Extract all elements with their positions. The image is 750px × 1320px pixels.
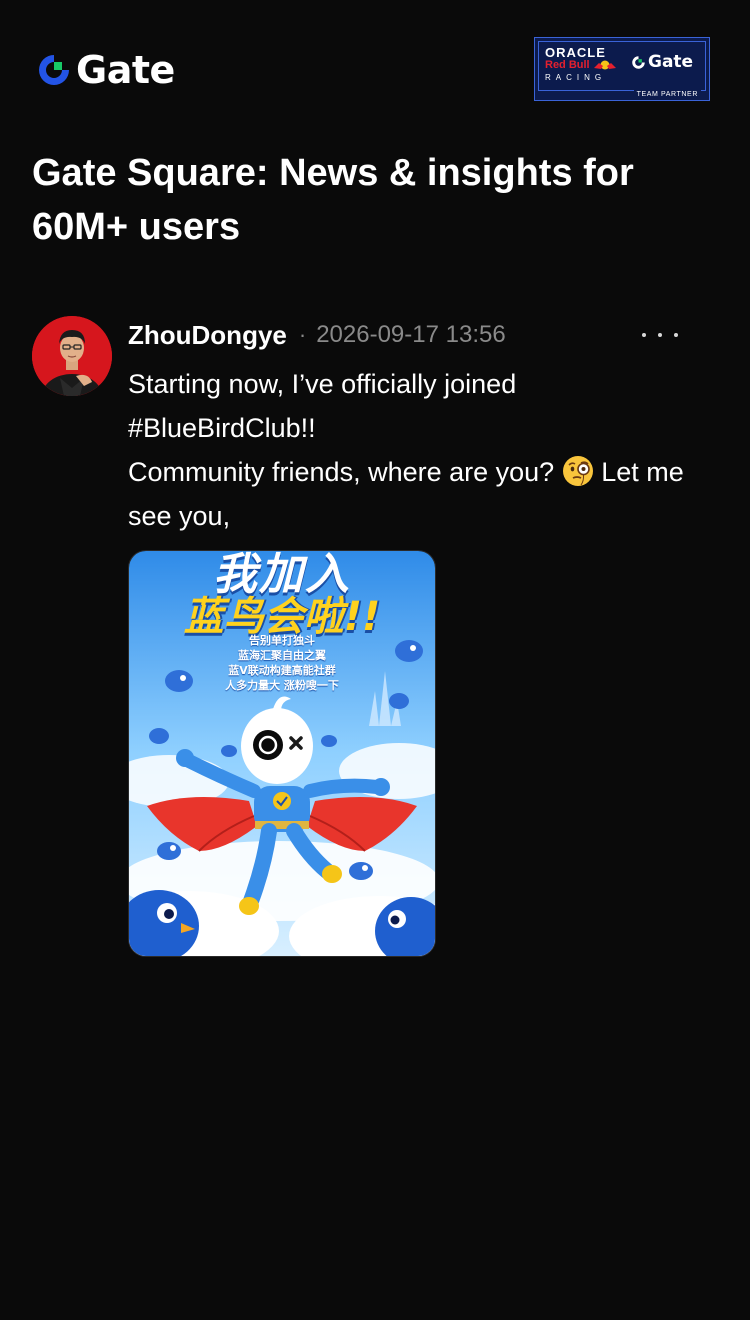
post-body: ZhouDongye · 2026-09-17 13:56 Starting n…	[128, 316, 718, 538]
team-partner-label: TEAM PARTNER	[633, 90, 701, 100]
gate-logo-icon	[39, 55, 69, 85]
poster-subline: 蓝V联动构建高能社群	[228, 664, 336, 677]
avatar[interactable]	[32, 316, 112, 396]
post-meta: ZhouDongye · 2026-09-17 13:56	[128, 316, 718, 354]
gate-logo[interactable]: Gate	[36, 48, 175, 92]
more-icon-dot	[674, 333, 678, 337]
badge-gate-text: Gate	[648, 52, 694, 72]
post-timestamp: 2026-09-17 13:56	[316, 321, 506, 348]
header: Gate ORACLE Red Bull RACING Gate TEAM PA…	[0, 0, 750, 130]
badge-gate-logo: Gate	[631, 52, 693, 72]
racing-wordmark: RACING	[545, 73, 607, 82]
post-text: Starting now, I’ve officially joined #Bl…	[128, 362, 718, 538]
oracle-redbull-partner-badge: ORACLE Red Bull RACING Gate TEAM PARTNER	[534, 37, 710, 101]
poster-subline: 告别单打独斗	[249, 634, 315, 647]
redbull-bulls-icon	[594, 60, 616, 70]
post-hashtag[interactable]: #BlueBirdClub!!	[128, 406, 718, 450]
redbull-wordmark: Red Bull	[545, 59, 590, 71]
avatar-portrait-icon	[32, 316, 112, 396]
more-icon-dot	[642, 333, 646, 337]
meta-separator: ·	[298, 322, 307, 347]
gate-badge-icon	[632, 55, 645, 69]
more-icon-dot	[658, 333, 662, 337]
poster-subline: 蓝海汇聚自由之翼	[238, 649, 326, 662]
more-options-button[interactable]	[642, 320, 678, 350]
page-title: Gate Square: News & insights for 60M+ us…	[32, 152, 634, 248]
gate-logo-text: Gate	[76, 48, 175, 92]
post-line-text: Community friends, where are you?	[128, 457, 555, 487]
post-image[interactable]: 我加入 蓝鸟会啦!! 告别单打独斗 蓝海汇聚自由之翼 蓝V联动构建高能社群 人多…	[128, 550, 436, 957]
poster-headline: 我加入	[213, 550, 351, 600]
poster-subline: 人多力量大 涨粉嗖一下	[225, 679, 339, 692]
author-name[interactable]: ZhouDongye	[128, 320, 287, 351]
post-line: Community friends, where are you? Let me…	[128, 450, 718, 538]
poster-sublines: 告别单打独斗 蓝海汇聚自由之翼 蓝V联动构建高能社群 人多力量大 涨粉嗖一下	[129, 633, 435, 693]
face-with-monocle-icon	[562, 456, 593, 486]
post-line: Starting now, I’ve officially joined	[128, 369, 517, 399]
